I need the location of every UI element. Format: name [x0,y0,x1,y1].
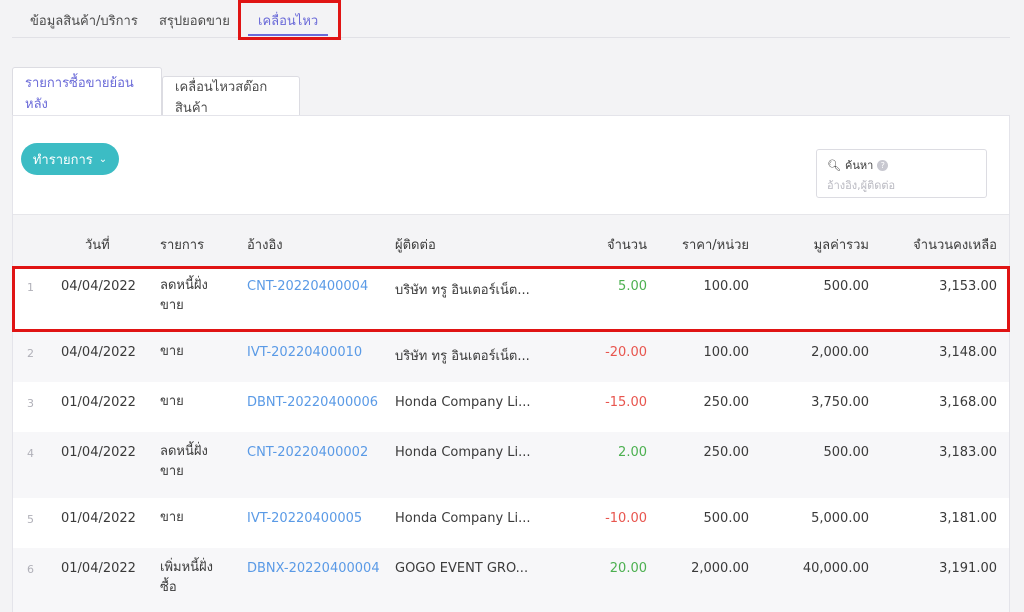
row-qty: 2.00 [618,445,647,460]
row-contact: บริษัท ทรู อินเตอร์เน็ต... [395,283,530,298]
tab-movement[interactable]: เคลื่อนไหว [248,10,329,36]
row-index: 4 [27,447,34,460]
header-qty[interactable]: จำนวน [607,234,647,255]
row-qty: 5.00 [618,279,647,294]
row-date: 04/04/2022 [61,345,136,360]
row-contact: Honda Company Li... [395,511,531,526]
row-remaining: 3,148.00 [939,345,997,360]
row-contact: บริษัท ทรู อินเตอร์เน็ต... [395,349,530,364]
row-item: เพิ่มหนี้ฝั่งซื้อ [160,560,214,595]
row-qty: -10.00 [605,511,647,526]
row-qty: -15.00 [605,395,647,410]
row-price: 250.00 [703,445,750,460]
row-price: 100.00 [703,279,750,294]
row-ref-link[interactable]: CNT-20220400004 [247,279,368,294]
table-row[interactable]: 4 01/04/2022 ลดหนี้ฝั่งขาย CNT-20220400002 H… [13,432,1009,498]
row-total: 5,000.00 [811,511,869,526]
search-label-row: 🔍︎ ค้นหา ? [827,156,976,174]
row-ref-link[interactable]: IVT-20220400010 [247,345,362,360]
header-total[interactable]: มูลค่ารวม [814,234,869,255]
row-date: 01/04/2022 [61,395,136,410]
transaction-panel: ทำรายการ ⌄ 🔍︎ ค้นหา ? วันที่ รายการ อ้าง… [12,115,1010,612]
row-index: 3 [27,397,34,410]
row-total: 500.00 [823,279,870,294]
row-ref-link[interactable]: CNT-20220400002 [247,445,368,460]
row-index: 5 [27,513,34,526]
search-icon: 🔍︎ [827,158,841,172]
search-label: ค้นหา [844,159,874,172]
header-ref[interactable]: อ้างอิง [247,234,283,255]
row-price: 2,000.00 [691,561,749,576]
search-box: 🔍︎ ค้นหา ? [816,149,987,198]
table-row[interactable]: 1 04/04/2022 ลดหนี้ฝั่งขาย CNT-20220400004 บ… [13,266,1009,332]
row-index: 6 [27,563,34,576]
table-header: วันที่ รายการ อ้างอิง ผู้ติดต่อ จำนวน รา… [13,214,1009,266]
row-price: 100.00 [703,345,750,360]
row-remaining: 3,183.00 [939,445,997,460]
row-remaining: 3,168.00 [939,395,997,410]
row-total: 3,750.00 [811,395,869,410]
table-row[interactable]: 5 01/04/2022 ขาย IVT-20220400005 Honda Compa… [13,498,1009,548]
row-contact: Honda Company Li... [395,445,531,460]
header-price[interactable]: ราคา/หน่วย [682,234,749,255]
row-price: 250.00 [703,395,750,410]
row-contact: GOGO EVENT GRO... [395,561,529,576]
header-remaining[interactable]: จำนวนคงเหลือ [913,234,997,255]
row-date: 01/04/2022 [61,511,136,526]
row-remaining: 3,181.00 [939,511,997,526]
chevron-down-icon: ⌄ [98,153,108,165]
subtab-transaction-history[interactable]: รายการซื้อขายย้อนหลัง [12,67,162,117]
action-dropdown-button[interactable]: ทำรายการ ⌄ [21,143,119,175]
row-qty: -20.00 [605,345,647,360]
table-row[interactable]: 6 01/04/2022 เพิ่มหนี้ฝั่งซื้อ DBNX-2022040… [13,548,1009,612]
tab-sales-summary[interactable]: สรุปยอดขาย [159,10,230,31]
tab-movement-label: เคลื่อนไหว [258,14,319,29]
tab-product-info[interactable]: ข้อมูลสินค้า/บริการ [30,10,138,31]
header-item[interactable]: รายการ [160,234,204,255]
action-button-label: ทำรายการ [32,152,93,168]
header-date[interactable]: วันที่ [85,234,110,255]
active-tab-underline [248,34,329,36]
row-total: 2,000.00 [811,345,869,360]
row-date: 01/04/2022 [61,445,136,460]
row-ref-link[interactable]: DBNT-20220400006 [247,395,378,410]
header-contact[interactable]: ผู้ติดต่อ [395,234,436,255]
search-input[interactable] [827,179,977,192]
row-index: 2 [27,347,34,360]
row-total: 40,000.00 [802,561,869,576]
row-item: ขาย [160,510,184,525]
row-date: 04/04/2022 [61,279,136,294]
subtab-stock-movement[interactable]: เคลื่อนไหวสต๊อกสินค้า [162,76,300,116]
row-total: 500.00 [823,445,870,460]
table-row[interactable]: 2 04/04/2022 ขาย IVT-20220400010 บริษัท ทรู … [13,332,1009,382]
row-price: 500.00 [703,511,750,526]
row-remaining: 3,153.00 [939,279,997,294]
row-item: ขาย [160,344,184,359]
row-qty: 20.00 [609,561,647,576]
row-item: ลดหนี้ฝั่งขาย [160,278,208,313]
row-index: 1 [27,281,34,294]
row-remaining: 3,191.00 [939,561,997,576]
row-ref-link[interactable]: DBNX-20220400004 [247,561,380,576]
help-icon[interactable]: ? [877,159,889,171]
row-contact: Honda Company Li... [395,395,531,410]
row-ref-link[interactable]: IVT-20220400005 [247,511,362,526]
row-date: 01/04/2022 [61,561,136,576]
table-row[interactable]: 3 01/04/2022 ขาย DBNT-20220400006 Honda Comp… [13,382,1009,432]
row-item: ขาย [160,394,184,409]
top-tab-bar: ข้อมูลสินค้า/บริการ สรุปยอดขาย เคลื่อนไห… [12,0,1010,38]
row-item: ลดหนี้ฝั่งขาย [160,444,208,479]
